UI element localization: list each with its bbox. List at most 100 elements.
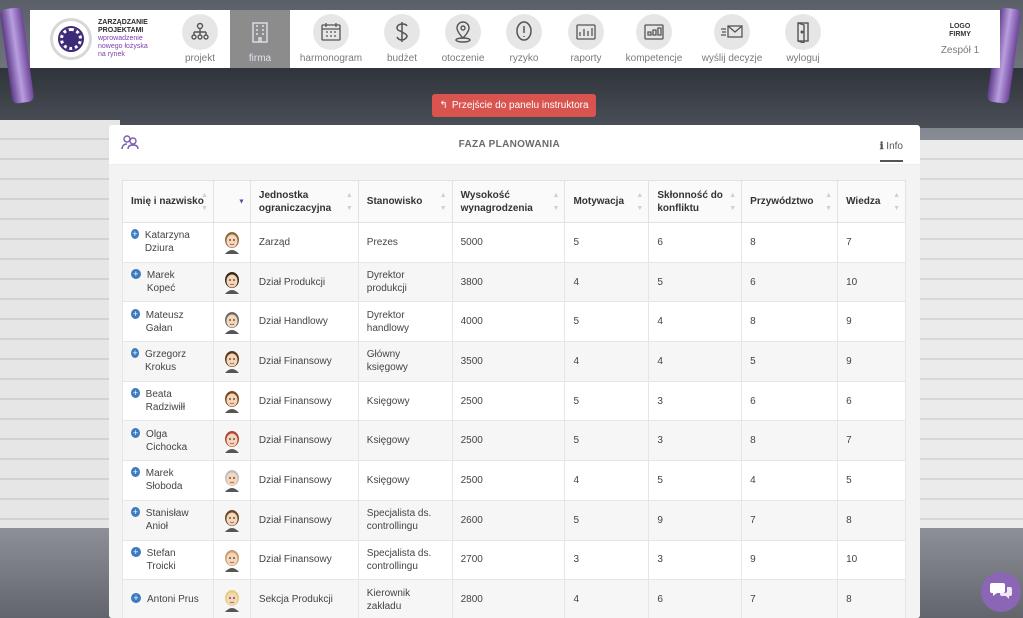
cell-motivation: 4	[564, 460, 650, 501]
cell-avatar	[212, 261, 251, 303]
cell-name: + Antoni Prus	[122, 579, 214, 618]
employee-name: Antoni Prus	[147, 594, 199, 606]
employee-name: Mateusz Gałan	[145, 309, 184, 334]
cell-motivation: 5	[564, 499, 650, 541]
cell-name: + Stefan Troicki	[122, 539, 214, 581]
avatar	[224, 311, 239, 334]
cell-unit: Dział Produkcji	[249, 261, 359, 303]
expand-row-icon[interactable]: +	[131, 467, 140, 478]
competence-icon	[636, 14, 672, 50]
column-header-leadership[interactable]: Przywództwo ▲ ▼	[741, 180, 839, 223]
nav-label: harmonogram	[299, 53, 363, 64]
cell-leadership: 4	[741, 460, 839, 501]
nav-item-kompetencje[interactable]: kompetencje	[618, 10, 690, 68]
table-row[interactable]: + Marek Słoboda Dział Finansowy Księgowy 250…	[122, 460, 906, 501]
nav-item-harmonogram[interactable]: harmonogram	[290, 10, 372, 68]
logout-door-icon	[785, 14, 821, 50]
column-header-motivation[interactable]: Motywacja ▲ ▼	[564, 180, 650, 223]
table-row[interactable]: + Katarzyna Dziura Zarząd Prezes 5000 5 6 8 7	[122, 222, 906, 263]
nav-item-wyslij-decyzje[interactable]: wyślij decyzje	[690, 10, 774, 68]
cell-name: + Mateusz Gałan	[122, 301, 214, 343]
planning-panel: FAZA PLANOWANIA ℹ Info Imię i nazwisko ▲ ▼…	[109, 125, 920, 618]
info-tab[interactable]: ℹ Info	[879, 141, 903, 162]
expand-row-icon[interactable]: +	[131, 269, 141, 280]
nav-item-wyloguj[interactable]: wyloguj	[774, 10, 832, 68]
cell-knowledge: 10	[837, 261, 906, 303]
cell-conflict: 5	[648, 261, 743, 303]
column-header-name[interactable]: Imię i nazwisko ▲ ▼	[122, 180, 214, 223]
cell-salary: 2500	[451, 420, 566, 462]
app-logo[interactable]: ZARZĄDZANIE PROJEKTAMI wprowadzenie nowe…	[30, 10, 170, 68]
employee-name: Marek Kopeć	[146, 270, 176, 295]
expand-row-icon[interactable]: +	[131, 507, 140, 518]
expand-row-icon[interactable]: +	[131, 348, 139, 359]
nav-item-firma[interactable]: firma	[230, 10, 290, 68]
column-header-unit[interactable]: Jednostka ograniczacyjna ▲ ▼	[249, 180, 359, 223]
table-row[interactable]: + Stefan Troicki Dział Finansowy Specjalist…	[122, 539, 906, 581]
column-header-conflict[interactable]: Skłonność do konfliktu ▲ ▼	[648, 180, 743, 223]
expand-row-icon[interactable]: +	[131, 308, 140, 319]
cell-name: + Stanisław Anioł	[122, 499, 214, 541]
cell-salary: 2800	[451, 579, 566, 618]
cell-position: Księgowy	[357, 460, 453, 501]
info-icon: ℹ	[879, 141, 884, 152]
column-header-salary[interactable]: Wysokość wynagrodzenia ▲ ▼	[451, 180, 566, 223]
employee-name: Olga Cichocka	[146, 428, 188, 453]
employee-name: Marek Słoboda	[145, 468, 183, 493]
nav-item-raporty[interactable]: raporty	[554, 10, 618, 68]
cell-unit: Dział Finansowy	[249, 380, 359, 422]
sort-icon: ▲ ▼	[200, 191, 208, 212]
expand-row-icon[interactable]: +	[131, 546, 141, 557]
org-chart-icon	[182, 14, 218, 50]
cell-avatar	[212, 539, 251, 581]
nav-label: wyślij decyzje	[701, 53, 763, 64]
cell-name: + Beata Radziwiłł	[122, 380, 214, 422]
cell-conflict: 6	[648, 222, 743, 263]
table-row[interactable]: + Grzegorz Krokus Dział Finansowy Główny ks…	[122, 341, 906, 382]
cell-salary: 5000	[451, 222, 566, 263]
column-header-knowledge[interactable]: Wiedza ▲ ▼	[837, 180, 906, 223]
table-row[interactable]: + Stanisław Anioł Dział Finansowy Specjalis…	[122, 499, 906, 541]
nav-item-otoczenie[interactable]: otoczenie	[432, 10, 494, 68]
cell-position: Księgowy	[357, 420, 453, 462]
nav-item-ryzyko[interactable]: ryzyko	[494, 10, 554, 68]
cell-salary: 2600	[451, 499, 566, 541]
instructor-panel-label: Przejście do panelu instruktora	[451, 100, 589, 111]
table-row[interactable]: + Beata Radziwiłł Dział Finansowy Księgowy 2…	[122, 380, 906, 422]
cell-position: Dyrektor produkcji	[357, 261, 453, 303]
cell-avatar	[212, 341, 251, 382]
avatar	[224, 549, 239, 572]
logo-text: ZARZĄDZANIE PROJEKTAMI wprowadzenie nowe…	[98, 19, 148, 59]
map-pin-icon	[445, 14, 481, 50]
expand-row-icon[interactable]: +	[131, 229, 139, 240]
cell-unit: Dział Finansowy	[249, 420, 359, 462]
logo-line1: ZARZĄDZANIE	[98, 19, 148, 26]
cell-position: Główny księgowy	[357, 341, 453, 382]
expand-row-icon[interactable]: +	[131, 388, 140, 399]
employee-name: Stanisław Anioł	[145, 508, 189, 533]
cell-leadership: 8	[741, 420, 839, 462]
table-row[interactable]: + Mateusz Gałan Dział Handlowy Dyrektor han…	[122, 301, 906, 343]
expand-row-icon[interactable]: +	[131, 593, 141, 604]
risk-icon	[506, 14, 542, 50]
logo-line4: nowego łożyska	[98, 43, 148, 50]
back-arrow-icon: ↰	[439, 100, 448, 111]
cell-name: + Katarzyna Dziura	[122, 222, 214, 263]
cell-avatar	[212, 301, 251, 343]
chat-button[interactable]	[981, 572, 1021, 612]
column-header-position[interactable]: Stanowisko ▲ ▼	[357, 180, 453, 223]
cell-position: Specjalista ds. controllingu	[357, 539, 453, 581]
nav-item-budzet[interactable]: budżet	[372, 10, 432, 68]
logo-line3: wprowadzenie	[98, 35, 143, 42]
table-row[interactable]: + Olga Cichocka Dział Finansowy Księgowy 250…	[122, 420, 906, 462]
table-row[interactable]: + Antoni Prus Sekcja Produkcji Kierownik za…	[122, 579, 906, 618]
table-row[interactable]: + Marek Kopeć Dział Produkcji Dyrektor prod…	[122, 261, 906, 303]
team-label: Zespół 1	[940, 44, 980, 56]
column-header-avatar[interactable]: ▼	[212, 180, 251, 223]
expand-row-icon[interactable]: +	[131, 427, 141, 438]
instructor-panel-button[interactable]: ↰ Przejście do panelu instruktora	[432, 94, 596, 117]
cell-conflict: 9	[648, 499, 743, 541]
cell-unit: Dział Finansowy	[249, 341, 359, 382]
logo-line5: na rynek	[98, 51, 125, 58]
nav-item-projekt[interactable]: projekt	[170, 10, 230, 68]
